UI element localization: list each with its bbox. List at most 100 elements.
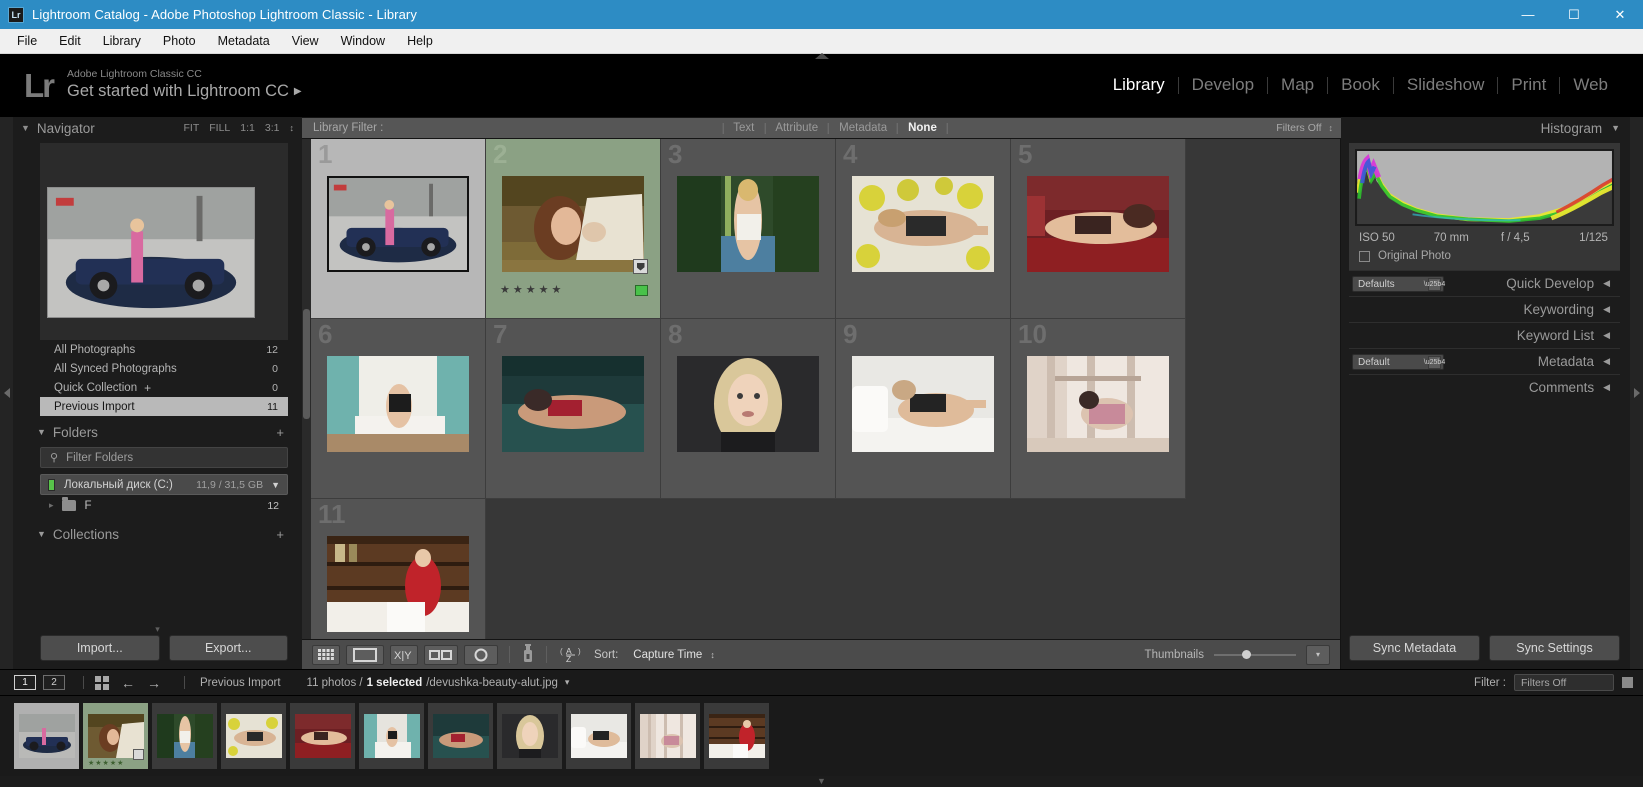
screen-1-button[interactable]: 1 [14, 675, 36, 690]
grid-view-icon[interactable] [312, 644, 340, 665]
filter-tab-attribute[interactable]: Attribute [765, 122, 828, 134]
identity-cta[interactable]: Get started with Lightroom CC ▶ [67, 81, 302, 102]
export-button[interactable]: Export... [168, 635, 288, 661]
grid-view[interactable]: 1 2 ★★★★★ 3 4 5 6 7 8 9 10 11 [302, 139, 1341, 639]
close-button[interactable]: ✕ [1597, 0, 1643, 29]
bottom-panel-toggle-icon[interactable]: ▼ [0, 776, 1643, 787]
menu-help[interactable]: Help [396, 31, 444, 51]
menu-window[interactable]: Window [330, 31, 396, 51]
catalog-row-all-synced-photographs[interactable]: All Synced Photographs 0 [40, 359, 288, 378]
filmstrip-thumbnail[interactable] [708, 714, 765, 758]
filmstrip-cell-3[interactable] [152, 703, 217, 769]
filmstrip-rating[interactable]: ★★★★★ [88, 759, 124, 767]
grid-thumbnail[interactable] [1027, 356, 1169, 452]
filters-off-control[interactable]: Filters Off ↕ [1276, 122, 1341, 134]
module-book[interactable]: Book [1328, 75, 1393, 95]
zoom-mode-3-1[interactable]: 3:1 [265, 122, 280, 134]
filmstrip-filter-swatch-icon[interactable] [1622, 677, 1633, 688]
sort-control[interactable]: ( A Z ) Sort: Capture Time ↕ [558, 646, 715, 663]
grid-thumbnail[interactable] [677, 356, 819, 452]
histogram-chart[interactable] [1355, 149, 1614, 226]
color-label-green-badge[interactable] [635, 285, 648, 296]
filmstrip-source-label[interactable]: Previous Import [200, 677, 281, 689]
toolbar-options-caret-icon[interactable]: ▾ [1306, 644, 1330, 665]
grid-thumbnail[interactable] [852, 356, 994, 452]
folder-volume-row[interactable]: Локальный диск (C:) 11,9 / 31,5 GB ▼ [40, 474, 288, 495]
loupe-view-icon[interactable] [346, 644, 384, 665]
grid-thumbnail[interactable] [677, 176, 819, 272]
import-button[interactable]: Import... [40, 635, 160, 661]
chevron-down-icon[interactable]: ▼ [271, 480, 280, 490]
menu-library[interactable]: Library [92, 31, 152, 51]
catalog-row-previous-import[interactable]: Previous Import 11 [40, 397, 288, 416]
filmstrip-thumbnail[interactable] [501, 714, 558, 758]
filmstrip-cell-5[interactable] [290, 703, 355, 769]
grid-cell-10[interactable]: 10 [1011, 319, 1186, 499]
grid-scrollbar-thumb[interactable] [303, 309, 310, 419]
filename-caret-icon[interactable]: ▾ [565, 677, 570, 688]
stepper-icon[interactable]: \u25b4 [1424, 355, 1445, 369]
grid-cell-5[interactable]: 5 [1011, 139, 1186, 319]
metadata-preset-select[interactable]: Default \u25b4 [1352, 354, 1445, 370]
catalog-row-all-photographs[interactable]: All Photographs 12 [40, 340, 288, 359]
grid-cell-11[interactable]: 11 [311, 499, 486, 639]
filmstrip-cell-2[interactable]: ★★★★★ [83, 703, 148, 769]
survey-view-icon[interactable] [424, 644, 458, 665]
filter-tab-none[interactable]: None [898, 122, 947, 134]
go-forward-arrow-icon[interactable]: → [147, 675, 161, 691]
filmstrip-cell-11[interactable] [704, 703, 769, 769]
minimize-button[interactable]: — [1505, 0, 1551, 29]
filmstrip-cell-7[interactable] [428, 703, 493, 769]
grid-cell-2[interactable]: 2 ★★★★★ [486, 139, 661, 319]
sync-metadata-button[interactable]: Sync Metadata [1349, 635, 1480, 661]
menu-view[interactable]: View [281, 31, 330, 51]
panel-comments[interactable]: Comments ◀ [1349, 374, 1620, 400]
folders-section-header[interactable]: ▼ Folders + [13, 420, 302, 444]
disclosure-triangle-icon[interactable]: ▸ [49, 500, 54, 511]
navigator-header[interactable]: ▼ Navigator FIT FILL 1:1 3:1 ↕ [13, 117, 302, 139]
top-panel-toggle-icon[interactable] [814, 53, 829, 59]
zoom-stepper-icon[interactable]: ↕ [290, 123, 295, 133]
catalog-row-quick-collection[interactable]: Quick Collection + 0 [40, 378, 288, 397]
stepper-icon[interactable]: \u25b4 [1424, 277, 1445, 291]
right-panel-collapse-handle[interactable] [1630, 117, 1643, 669]
thumbnail-size-slider[interactable] [1214, 649, 1296, 660]
filmstrip-thumbnail[interactable] [432, 714, 489, 758]
menu-edit[interactable]: Edit [48, 31, 92, 51]
sort-stepper-icon[interactable]: ↕ [710, 650, 715, 660]
module-library[interactable]: Library [1100, 75, 1178, 95]
maximize-button[interactable]: ☐ [1551, 0, 1597, 29]
screen-2-button[interactable]: 2 [43, 675, 65, 690]
slider-knob[interactable] [1242, 650, 1251, 659]
spray-can-icon[interactable] [521, 643, 535, 666]
filmstrip-thumbnail[interactable] [156, 714, 213, 758]
filmstrip-thumbnail[interactable] [18, 714, 75, 758]
grid-thumbnail[interactable] [327, 536, 469, 632]
compare-view-icon[interactable]: X|Y [390, 644, 418, 665]
go-back-arrow-icon[interactable]: ← [121, 675, 135, 691]
grid-cell-9[interactable]: 9 [836, 319, 1011, 499]
grid-scrollbar[interactable] [302, 139, 311, 639]
filter-tab-text[interactable]: Text [723, 122, 764, 134]
grid-cell-6[interactable]: 6 [311, 319, 486, 499]
panel-metadata[interactable]: Default \u25b4 Metadata ◀ [1349, 348, 1620, 374]
add-collection-icon[interactable]: + [276, 527, 284, 542]
folder-row-f[interactable]: ▸ F 12 [40, 495, 288, 516]
filter-folders-input[interactable]: ⚲ Filter Folders [40, 447, 288, 468]
grid-cell-3[interactable]: 3 [661, 139, 836, 319]
add-folder-icon[interactable]: + [276, 425, 284, 440]
zoom-mode-fill[interactable]: FILL [209, 122, 230, 134]
grid-cell-8[interactable]: 8 [661, 319, 836, 499]
grid-thumbnail[interactable] [502, 176, 644, 272]
sort-value[interactable]: Capture Time [633, 649, 702, 661]
grid-thumbnail[interactable] [852, 176, 994, 272]
filmstrip-thumbnail[interactable] [570, 714, 627, 758]
module-slideshow[interactable]: Slideshow [1394, 75, 1498, 95]
filmstrip-cell-4[interactable] [221, 703, 286, 769]
quick-develop-preset-select[interactable]: Defaults \u25b4 [1352, 276, 1445, 292]
filmstrip-thumbnails[interactable]: ★★★★★ [0, 696, 1643, 776]
menu-file[interactable]: File [6, 31, 48, 51]
grid-icon[interactable] [95, 675, 109, 690]
module-develop[interactable]: Develop [1179, 75, 1267, 95]
quick-collection-plus-icon[interactable]: + [144, 381, 151, 395]
